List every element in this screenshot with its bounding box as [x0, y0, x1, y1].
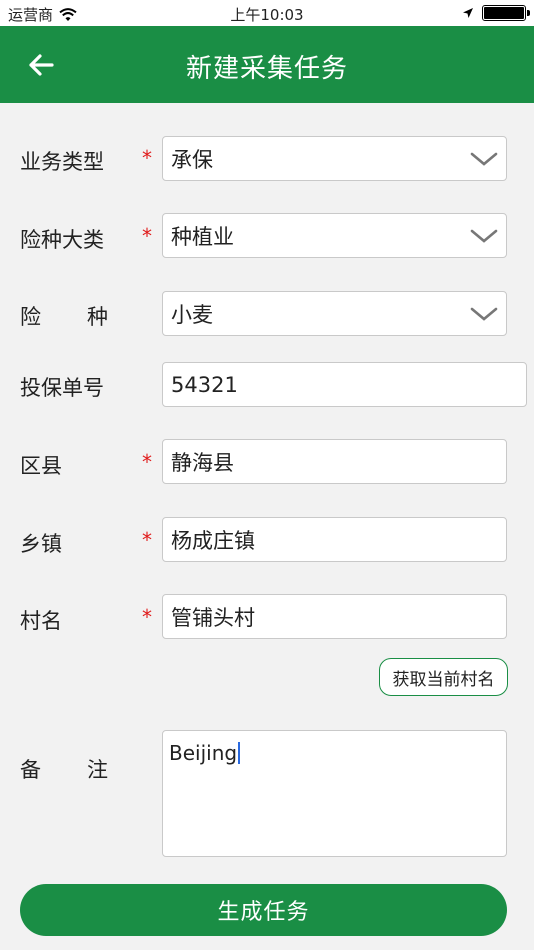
location-arrow-icon: [463, 8, 473, 18]
policy-number-input[interactable]: 54321: [162, 362, 527, 407]
policy-number-label: 投保单号: [20, 376, 104, 400]
remarks-label-left: 备: [20, 758, 41, 782]
remarks-value: Beijing: [169, 741, 238, 765]
town-value: 杨成庄镇: [171, 528, 255, 553]
town-input[interactable]: 杨成庄镇: [162, 517, 507, 562]
page-title: 新建采集任务: [185, 54, 348, 84]
insurance-category-select[interactable]: 种植业: [162, 213, 507, 258]
village-label: 村名: [20, 609, 62, 633]
generate-task-button[interactable]: 生成任务: [20, 884, 507, 936]
battery-icon: [482, 5, 530, 21]
district-value: 静海县: [171, 450, 234, 475]
status-bar: 运营商 上午10:03: [0, 0, 534, 26]
required-mark: *: [142, 146, 152, 170]
insurance-category-label: 险种大类: [20, 228, 104, 252]
remarks-label-right: 注: [87, 758, 108, 782]
district-input[interactable]: 静海县: [162, 439, 507, 484]
text-cursor: [238, 742, 241, 764]
insurance-type-select[interactable]: 小麦: [162, 291, 507, 336]
chevron-down-icon: [470, 307, 498, 321]
remarks-textarea[interactable]: Beijing: [162, 730, 507, 857]
insurance-category-value: 种植业: [171, 224, 234, 249]
village-value: 管铺头村: [171, 605, 255, 630]
status-time: 上午10:03: [230, 6, 304, 24]
insurance-type-label-left: 险: [20, 305, 41, 329]
insurance-type-value: 小麦: [171, 302, 213, 327]
required-mark: *: [142, 528, 152, 552]
chevron-down-icon: [470, 152, 498, 166]
village-input[interactable]: 管铺头村: [162, 594, 507, 639]
district-label: 区县: [20, 454, 62, 478]
chevron-down-icon: [470, 229, 498, 243]
business-type-select[interactable]: 承保: [162, 136, 507, 181]
required-mark: *: [142, 450, 152, 474]
insurance-type-label-right: 种: [87, 305, 108, 329]
required-mark: *: [142, 224, 152, 248]
required-mark: *: [142, 605, 152, 629]
nav-bar: 新建采集任务: [0, 26, 534, 103]
get-current-village-button[interactable]: 获取当前村名: [379, 658, 508, 696]
policy-number-value: 54321: [171, 372, 238, 397]
business-type-value: 承保: [171, 147, 213, 172]
town-label: 乡镇: [20, 532, 62, 556]
business-type-label: 业务类型: [20, 150, 104, 174]
status-right: [462, 5, 530, 21]
